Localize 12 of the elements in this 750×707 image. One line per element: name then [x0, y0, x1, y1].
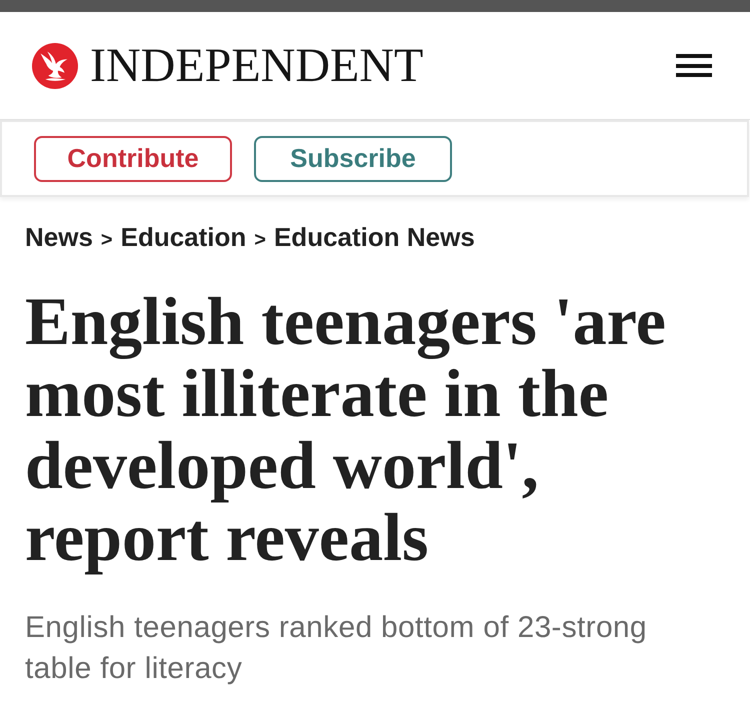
- breadcrumb-link[interactable]: Education: [120, 221, 246, 253]
- breadcrumb-link[interactable]: News: [25, 221, 93, 253]
- eagle-logo-icon: [32, 42, 78, 88]
- headline: English teenagers 'are most illiterate in the developed world', report reveals: [25, 285, 667, 573]
- breadcrumb-separator: >: [100, 228, 113, 253]
- subscribe-button[interactable]: Subscribe: [254, 136, 452, 182]
- wordmark: INDEPENDENT: [90, 42, 424, 90]
- standfirst: English teenagers ranked bottom of 23-strong table for literacy: [25, 610, 648, 687]
- breadcrumb-link[interactable]: Education News: [274, 221, 475, 253]
- contribute-button[interactable]: Contribute: [34, 136, 232, 182]
- breadcrumb-separator: >: [254, 228, 266, 253]
- menu-icon[interactable]: [676, 54, 712, 77]
